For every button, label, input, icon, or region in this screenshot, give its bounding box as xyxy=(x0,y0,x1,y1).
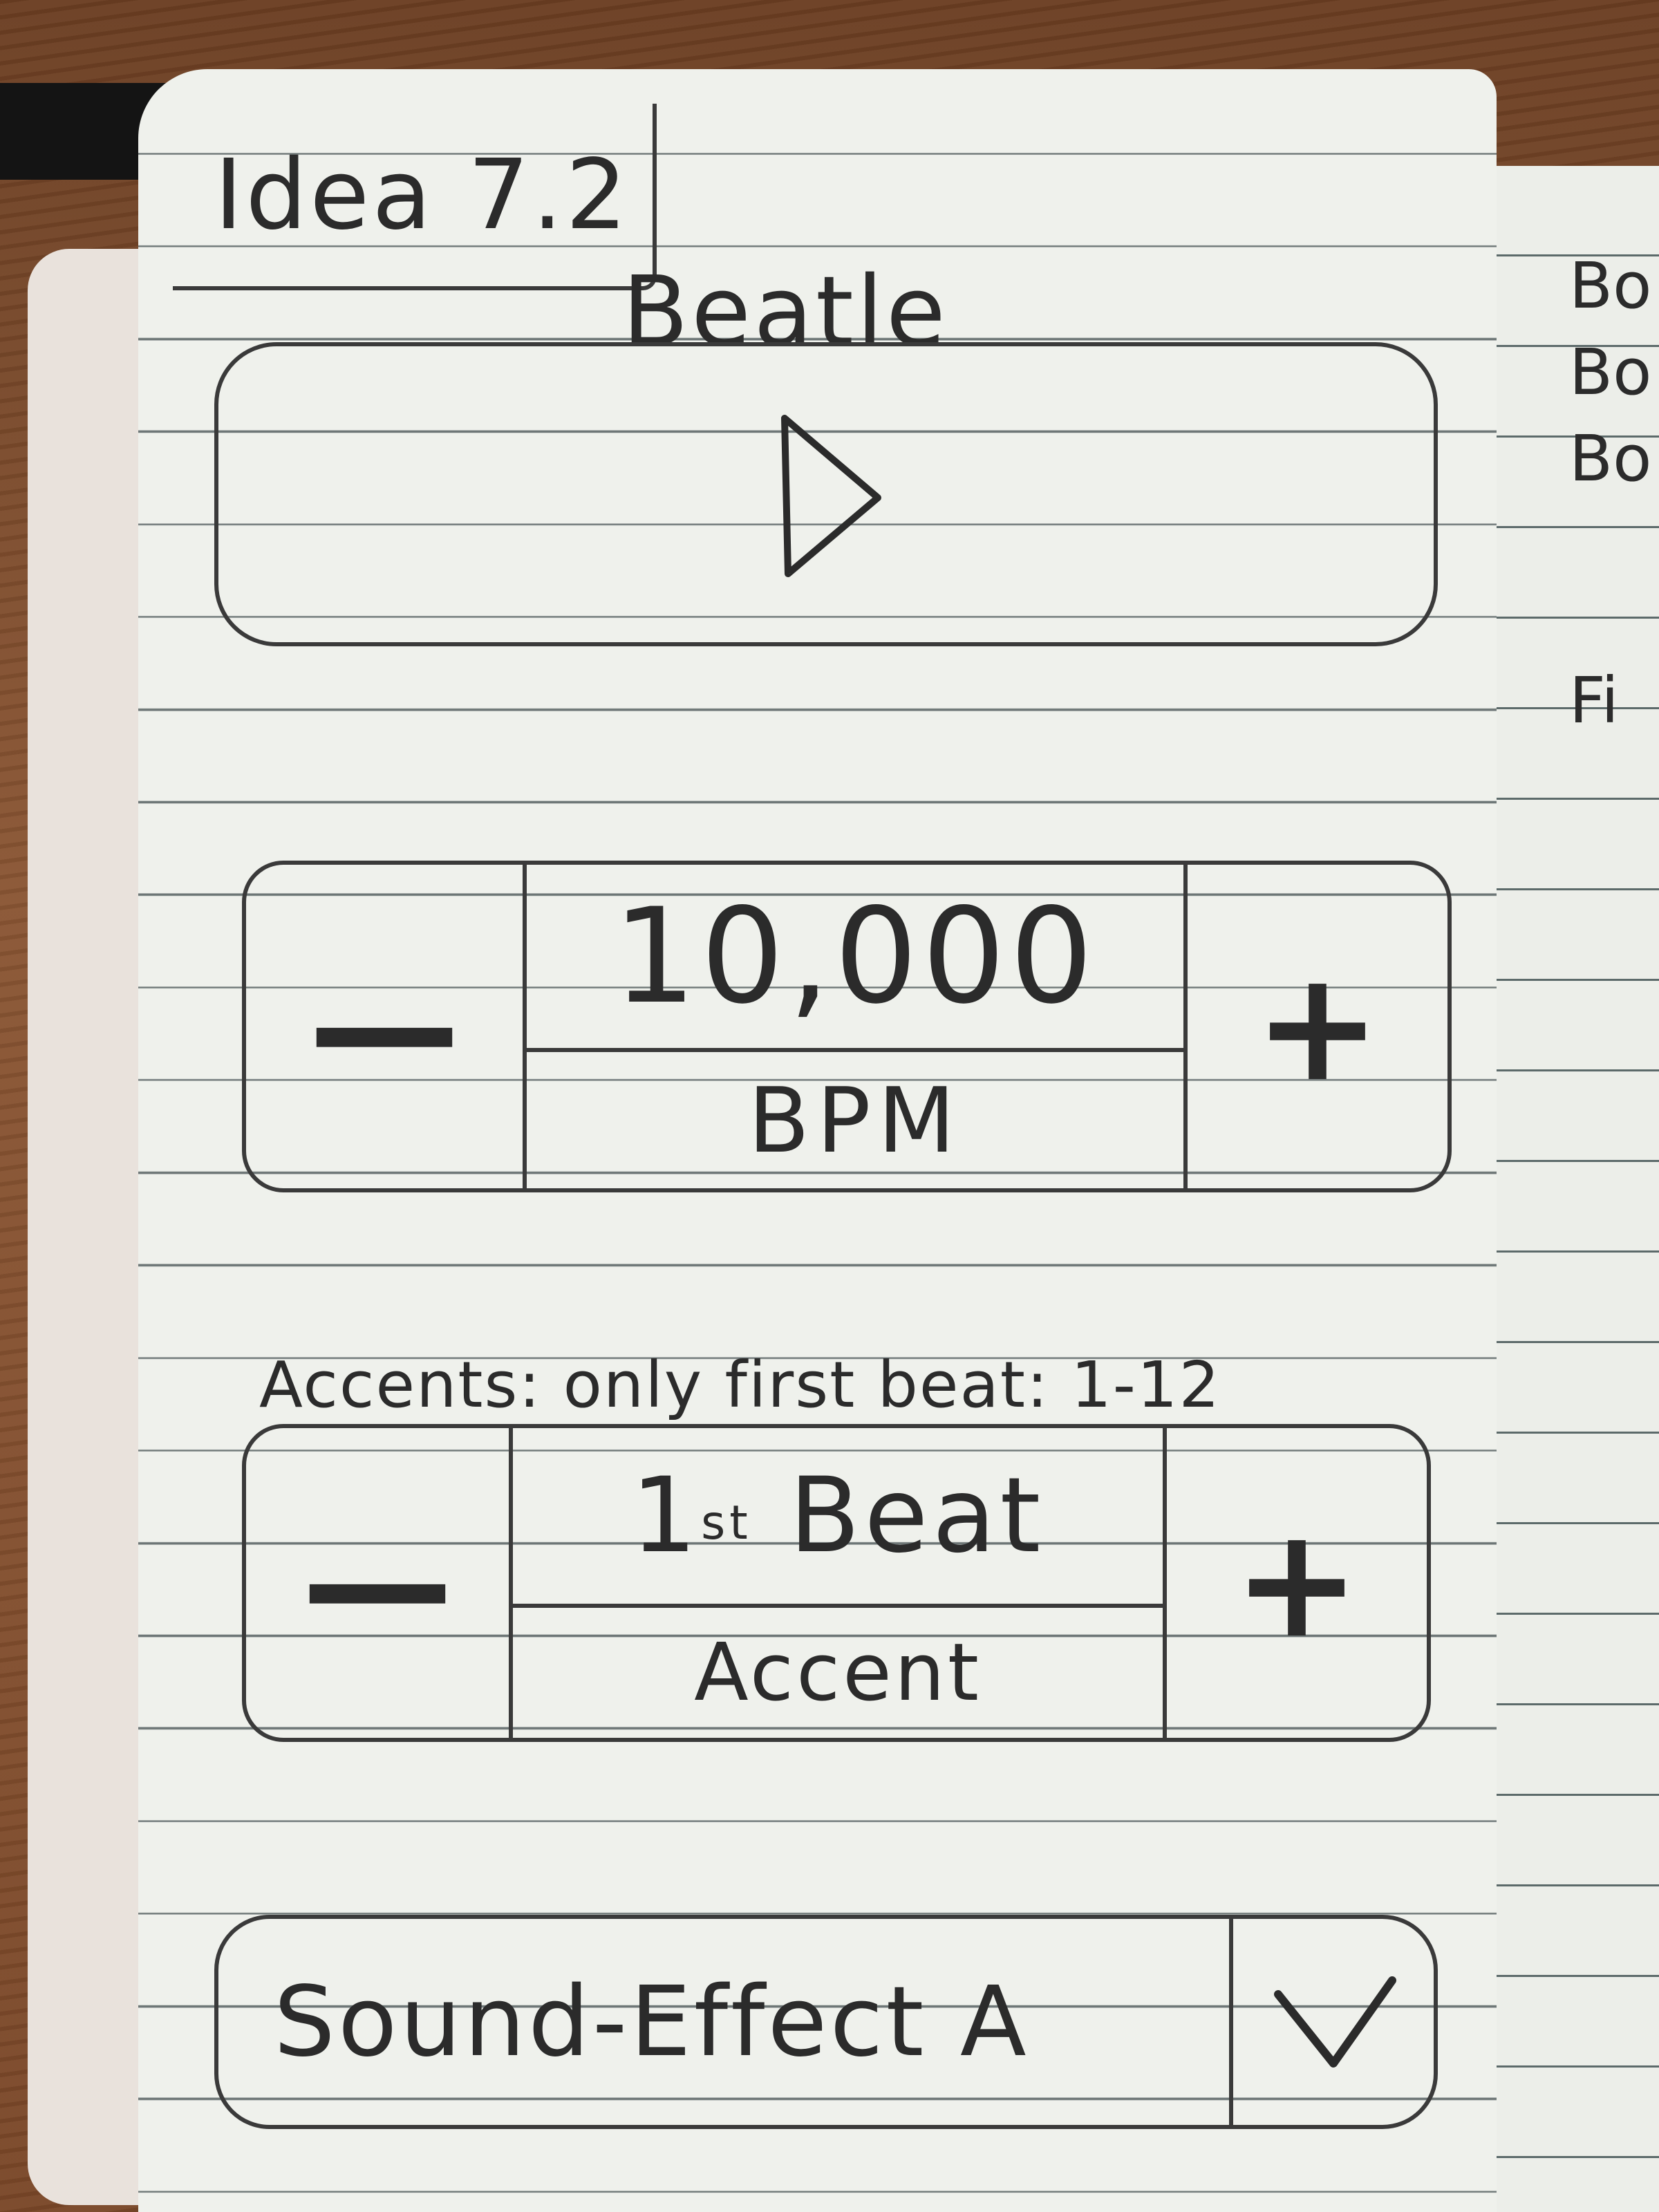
plus-icon: + xyxy=(1253,938,1382,1115)
minus-icon: — xyxy=(301,1494,453,1671)
tempo-increment-button[interactable]: + xyxy=(1188,865,1447,1188)
accents-note: Accents: only first beat: 1-12 xyxy=(259,1348,1221,1422)
chevron-down-icon xyxy=(1274,1976,1396,2068)
notebook-page: Idea 7.2 Beatle — 10,000 BPM + Accents: … xyxy=(138,69,1497,2212)
right-page-line: Bo xyxy=(1569,422,1652,496)
accent-decrement-button[interactable]: — xyxy=(246,1428,509,1738)
accent-ordinal: 1 xyxy=(630,1455,702,1576)
accent-label: Accent xyxy=(694,1626,982,1719)
right-page-line: Fi xyxy=(1569,664,1619,738)
sound-select[interactable]: Sound-Effect A xyxy=(214,1915,1438,2129)
plus-icon: + xyxy=(1232,1494,1361,1671)
tempo-stepper: — 10,000 BPM + xyxy=(242,861,1452,1192)
sound-select-value: Sound-Effect A xyxy=(274,1965,1029,2079)
tempo-unit: BPM xyxy=(748,1067,962,1173)
accent-display: 1st Beat Accent xyxy=(509,1428,1167,1738)
play-button[interactable] xyxy=(214,342,1438,646)
page-label: Idea 7.2 xyxy=(214,138,630,252)
tempo-decrement-button[interactable]: — xyxy=(246,865,523,1188)
page-label-box: Idea 7.2 xyxy=(173,104,657,290)
tempo-value: 10,000 xyxy=(527,865,1183,1053)
play-triangle-icon xyxy=(781,415,881,577)
tempo-display: 10,000 BPM xyxy=(523,865,1188,1188)
accent-stepper: — 1st Beat Accent + xyxy=(242,1424,1431,1742)
accent-word: Beat xyxy=(789,1455,1045,1576)
accent-increment-button[interactable]: + xyxy=(1167,1428,1427,1738)
right-page-line: Bo xyxy=(1569,335,1652,409)
right-page-line: Bo xyxy=(1569,249,1652,323)
sound-select-toggle[interactable] xyxy=(1229,1919,1434,2125)
accent-ordinal-suffix: st xyxy=(701,1495,752,1550)
accent-value: 1st Beat xyxy=(513,1428,1163,1608)
minus-icon: — xyxy=(308,938,460,1115)
